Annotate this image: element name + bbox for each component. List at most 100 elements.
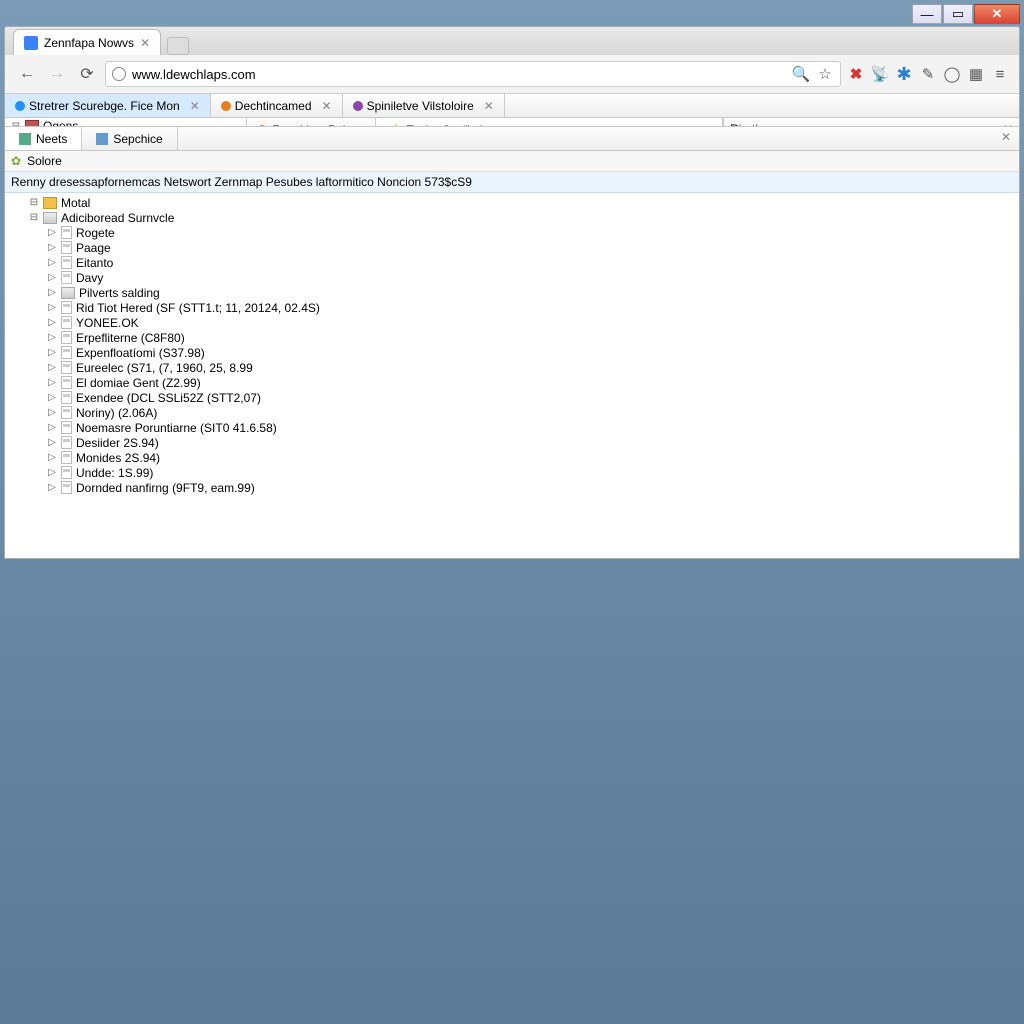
results-node[interactable]: ▷ Davy (5, 270, 1019, 285)
expander-icon[interactable]: ▷ (47, 272, 57, 283)
stop-icon[interactable]: ✖ (847, 65, 865, 83)
expander-icon[interactable]: ▷ (47, 422, 57, 433)
minimize-button[interactable]: — (912, 4, 942, 24)
node-label: Desiider 2S.94) (76, 436, 159, 450)
tab-label: Neets (36, 132, 67, 146)
results-node[interactable]: ▷Eureelec (S71, (7, 1960, 25, 8.99 (5, 360, 1019, 375)
menu-icon[interactable]: ≡ (991, 65, 1009, 83)
results-node[interactable]: ▷Rid Tiot Hered (SF (STT1.t; 11, 20124, … (5, 300, 1019, 315)
expander-icon[interactable]: ▷ (47, 257, 57, 268)
address-bar[interactable]: 🔍 ☆ (105, 61, 841, 87)
results-node[interactable]: ▷Expenfloatíomi (S37.98) (5, 345, 1019, 360)
results-node[interactable]: ▷ Paage (5, 240, 1019, 255)
node-icon (61, 271, 72, 284)
results-node[interactable]: ▷Erpefliterne (C8F80) (5, 330, 1019, 345)
tab-title: Zennfapa Nowvs (44, 36, 134, 50)
node-icon (61, 256, 72, 269)
tab-close-icon[interactable]: ✕ (140, 36, 150, 50)
close-icon[interactable]: ✕ (190, 99, 200, 113)
close-icon[interactable]: ✕ (484, 99, 494, 113)
node-icon (61, 421, 72, 434)
app-tab[interactable]: Stretrer Scurebge. Fice Mon ✕ (5, 94, 211, 117)
results-node[interactable]: ▷El domiae Gent (Z2.99) (5, 375, 1019, 390)
results-node[interactable]: ▷ YONEE.OK (5, 315, 1019, 330)
sprocket-icon[interactable]: ✿ (11, 154, 21, 168)
toolbar-label: Solore (27, 154, 62, 168)
circle-icon[interactable]: ◯ (943, 65, 961, 83)
snowflake-icon[interactable]: ✱ (895, 65, 913, 83)
expander-icon[interactable]: ▷ (47, 392, 57, 403)
expander-icon[interactable]: ▷ (47, 302, 57, 313)
node-label: Pilverts salding (79, 286, 160, 300)
node-icon (61, 391, 72, 404)
results-node[interactable]: ▷ Pilverts salding (5, 285, 1019, 300)
results-node[interactable]: ▷Noriny) (2.06A) (5, 405, 1019, 420)
dot-icon (353, 101, 363, 111)
rss-icon[interactable]: 📡 (871, 65, 889, 83)
back-button[interactable]: ← (15, 62, 39, 86)
results-node[interactable]: ▷Rogete (5, 225, 1019, 240)
tab-label: Stretrer Scurebge. Fice Mon (29, 99, 180, 113)
results-node[interactable]: ▷Monides 2S.94) (5, 450, 1019, 465)
node-label: Noemasre Poruntiarne (SIT0 41.6.58) (76, 421, 277, 435)
expander-icon[interactable]: ⊟ (29, 197, 39, 208)
bookmark-star-icon[interactable]: ☆ (816, 65, 834, 83)
results-node[interactable]: ▷ Desiider 2S.94) (5, 435, 1019, 450)
maximize-button[interactable]: ▭ (943, 4, 973, 24)
app-tab[interactable]: Spiniletve Vilstoloire✕ (343, 94, 505, 117)
close-button[interactable]: ✕ (974, 4, 1020, 24)
results-node[interactable]: ▷Exendee (DCL SSLi52Z (STT2,07) (5, 390, 1019, 405)
node-icon (61, 241, 72, 254)
expander-icon[interactable]: ▷ (47, 482, 57, 493)
search-icon[interactable]: 🔍 (792, 65, 810, 83)
expander-icon[interactable]: ▷ (47, 242, 57, 253)
expander-icon[interactable]: ▷ (47, 287, 57, 298)
node-icon (61, 287, 75, 299)
results-node[interactable]: ⊟Adiciboread Surnvcle (5, 210, 1019, 225)
pencil-icon[interactable]: ✎ (919, 65, 937, 83)
bottom-tab-a[interactable]: Neets (5, 127, 82, 150)
tab-label: Sepchice (113, 132, 162, 146)
node-label: Motal (61, 196, 90, 210)
expander-icon[interactable]: ▷ (47, 452, 57, 463)
browser-tab[interactable]: Zennfapa Nowvs ✕ (13, 29, 161, 55)
expander-icon[interactable]: ⊟ (29, 212, 39, 223)
results-tree[interactable]: ⊟Motal⊟Adiciboread Surnvcle▷Rogete▷Paage… (5, 193, 1019, 558)
expander-icon[interactable]: ▷ (47, 362, 57, 373)
app-tabstrip: Stretrer Scurebge. Fice Mon✕Dechtincamed… (5, 94, 1019, 118)
expander-icon[interactable]: ▷ (47, 377, 57, 388)
node-icon (61, 406, 72, 419)
reload-button[interactable]: ⟳ (75, 62, 99, 86)
results-node[interactable]: ▷Undde: 1S.99) (5, 465, 1019, 480)
url-input[interactable] (132, 67, 786, 82)
results-node[interactable]: ⊟ Motal (5, 195, 1019, 210)
node-icon (61, 466, 72, 479)
expander-icon[interactable]: ▷ (47, 227, 57, 238)
expander-icon[interactable]: ▷ (47, 347, 57, 358)
bottom-close-icon[interactable]: ✕ (993, 127, 1019, 150)
expander-icon[interactable]: ▷ (47, 407, 57, 418)
node-label: Eitanto (76, 256, 113, 270)
results-node[interactable]: ▷ Noemasre Poruntiarne (SIT0 41.6.58) (5, 420, 1019, 435)
bottom-tab-b[interactable]: Sepchice (82, 127, 177, 150)
results-node[interactable]: ▷Dornded nanfirng (9FT9, eam.99) (5, 480, 1019, 495)
expander-icon[interactable]: ▷ (47, 437, 57, 448)
node-icon (43, 212, 57, 224)
expander-icon[interactable]: ▷ (47, 467, 57, 478)
close-icon[interactable]: ✕ (322, 99, 332, 113)
app-tab[interactable]: Dechtincamed✕ (211, 94, 343, 117)
node-label: Davy (76, 271, 103, 285)
results-node[interactable]: ▷ Eitanto (5, 255, 1019, 270)
grid-icon[interactable]: ▦ (967, 65, 985, 83)
expander-icon[interactable]: ▷ (47, 332, 57, 343)
new-tab-button[interactable] (167, 37, 189, 55)
dot-icon (15, 101, 25, 111)
node-label: YONEE.OK (76, 316, 139, 330)
node-icon (61, 331, 72, 344)
node-icon (61, 451, 72, 464)
node-label: Paage (76, 241, 111, 255)
forward-button[interactable]: → (45, 62, 69, 86)
status-line: Renny dresessapfornemcas Netswort Zernma… (5, 172, 1019, 193)
expander-icon[interactable]: ▷ (47, 317, 57, 328)
site-info-icon[interactable] (112, 67, 126, 81)
